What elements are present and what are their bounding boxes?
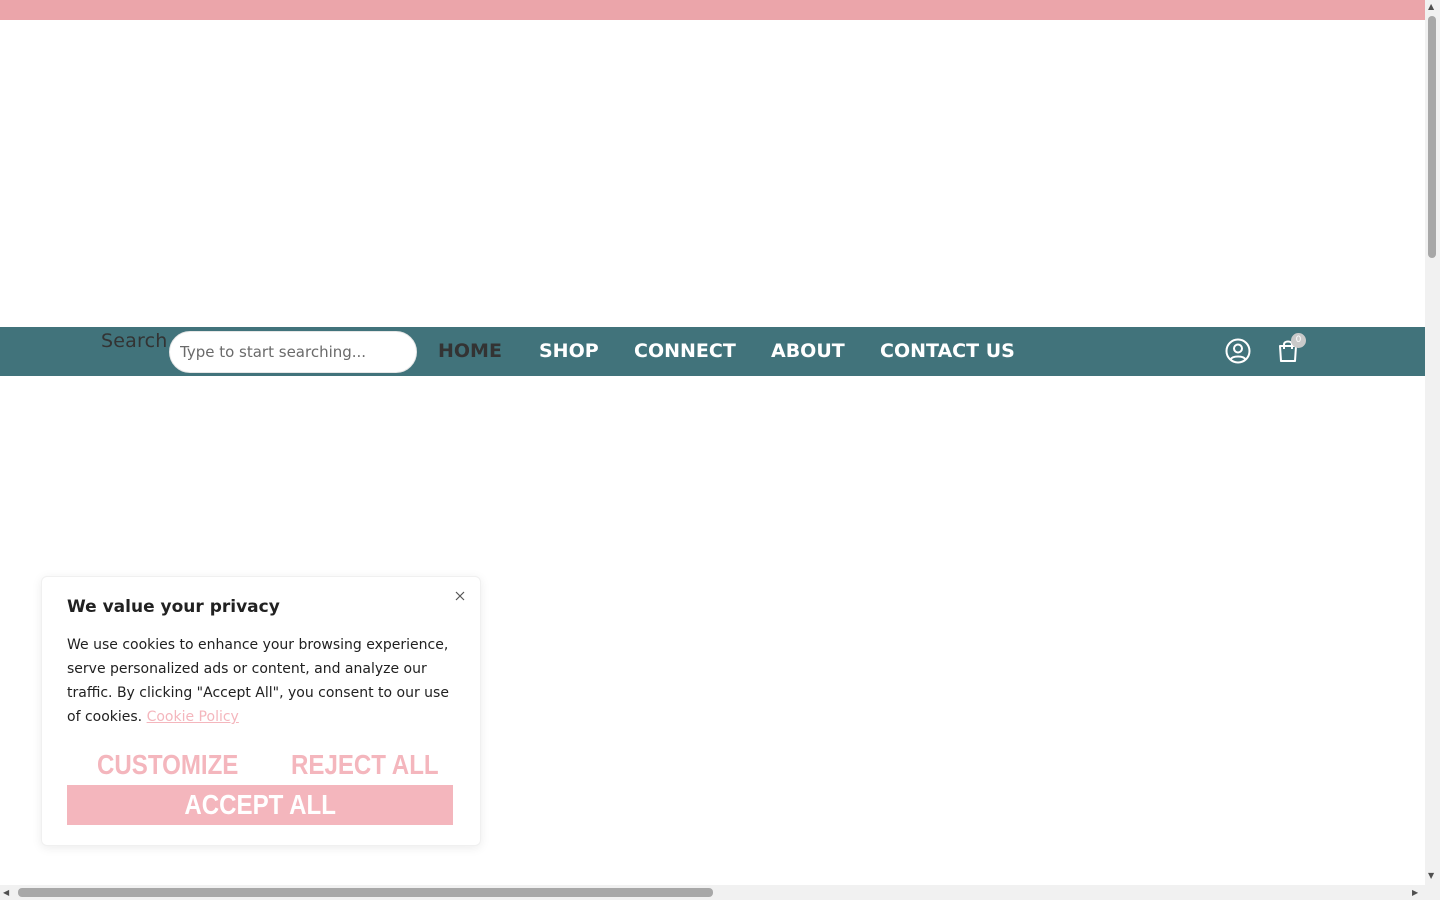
search-label: Search	[101, 330, 168, 352]
cookie-close-button[interactable]	[453, 588, 467, 602]
top-announcement-bar	[0, 0, 1425, 20]
account-button[interactable]	[1224, 337, 1252, 365]
search-input[interactable]	[169, 331, 417, 373]
scroll-down-arrow-icon[interactable]: ▼	[1428, 872, 1434, 880]
vertical-scrollbar[interactable]: ▲ ▼	[1425, 0, 1440, 885]
vertical-scrollbar-thumb[interactable]	[1428, 16, 1436, 258]
close-icon	[455, 591, 465, 601]
user-circle-icon	[1225, 338, 1251, 364]
nav-item-contact-us[interactable]: CONTACT US	[880, 339, 1015, 363]
nav-item-shop[interactable]: SHOP	[539, 339, 599, 363]
accept-all-button[interactable]: ACCEPT ALL	[67, 785, 453, 825]
nav-item-connect[interactable]: CONNECT	[634, 339, 736, 363]
customize-button[interactable]: CUSTOMIZE	[97, 747, 238, 783]
nav-item-home[interactable]: HOME	[438, 339, 502, 363]
cookie-description: We use cookies to enhance your browsing …	[67, 633, 455, 729]
page-viewport: Search HOME SHOP CONNECT ABOUT CONTACT U…	[0, 0, 1425, 885]
accept-all-label: ACCEPT ALL	[184, 789, 336, 820]
cookie-consent-dialog: We value your privacy We use cookies to …	[41, 576, 481, 846]
scroll-up-arrow-icon[interactable]: ▲	[1428, 3, 1434, 11]
cart-count-badge: 0	[1291, 333, 1306, 348]
cookie-description-text: We use cookies to enhance your browsing …	[67, 637, 449, 725]
scroll-right-arrow-icon[interactable]: ▶	[1412, 889, 1418, 897]
nav-item-about[interactable]: ABOUT	[771, 339, 845, 363]
cookie-title: We value your privacy	[67, 597, 280, 617]
reject-all-button[interactable]: REJECT ALL	[291, 747, 439, 783]
scrollbar-corner	[1425, 885, 1440, 900]
horizontal-scrollbar-thumb[interactable]	[18, 888, 713, 897]
cookie-policy-link[interactable]: Cookie Policy	[147, 709, 239, 725]
scroll-left-arrow-icon[interactable]: ◀	[3, 889, 9, 897]
horizontal-scrollbar[interactable]: ◀ ▶	[0, 885, 1425, 900]
